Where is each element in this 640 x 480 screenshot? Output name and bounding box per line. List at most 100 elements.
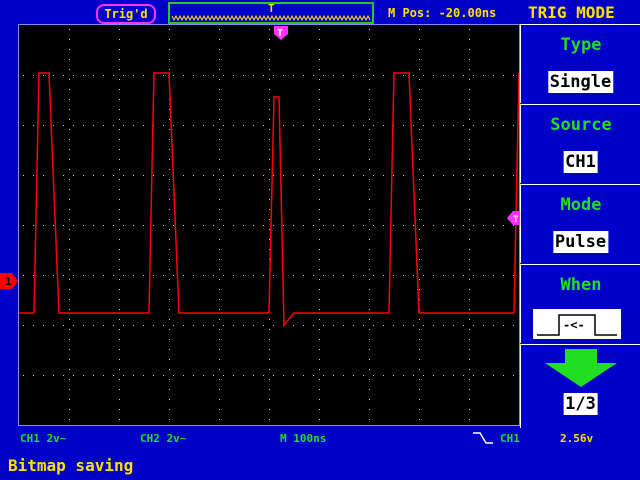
grid-dot <box>393 325 394 326</box>
grid-dot <box>373 175 374 176</box>
grid-dot <box>219 259 220 260</box>
grid-dot <box>483 225 484 226</box>
grid-dot <box>219 69 220 70</box>
grid-dot <box>469 79 470 80</box>
grid-dot <box>63 375 64 376</box>
grid-dot <box>119 39 120 40</box>
grid-dot <box>119 419 120 420</box>
timebase: M 100ns <box>280 432 327 445</box>
grid-dot <box>103 175 104 176</box>
grid-dot <box>369 319 370 320</box>
grid-dot <box>69 139 70 140</box>
grid-dot <box>213 175 214 176</box>
grid-dot <box>69 89 70 90</box>
menu-item-source[interactable]: Source CH1 <box>520 104 640 183</box>
grid-dot <box>219 359 220 360</box>
grid-dot <box>369 309 370 310</box>
grid-dot <box>169 29 170 30</box>
grid-dot <box>369 59 370 60</box>
grid-dot <box>369 129 370 130</box>
grid-dot <box>433 375 434 376</box>
grid-dot <box>319 329 320 330</box>
grid-dot <box>419 149 420 150</box>
grid-dot <box>169 39 170 40</box>
grid-dot <box>169 409 170 410</box>
grid-dot <box>313 375 314 376</box>
grid-dot <box>469 199 470 200</box>
grid-dot <box>69 79 70 80</box>
grid-dot <box>419 89 420 90</box>
grid-dot <box>443 275 444 276</box>
grid-dot <box>133 375 134 376</box>
trigger-status-badge: Trig'd <box>96 4 156 24</box>
grid-dot <box>353 175 354 176</box>
grid-dot <box>33 125 34 126</box>
grid-dot <box>233 175 234 176</box>
grid-dot <box>133 175 134 176</box>
grid-dot <box>223 125 224 126</box>
grid-dot <box>33 325 34 326</box>
grid-dot <box>369 249 370 250</box>
grid-dot <box>219 199 220 200</box>
grid-dot <box>163 125 164 126</box>
grid-dot <box>343 125 344 126</box>
grid-dot <box>383 175 384 176</box>
grid-dot <box>463 75 464 76</box>
grid-dot <box>93 375 94 376</box>
grid-dot <box>269 59 270 60</box>
grid-dot <box>113 125 114 126</box>
grid-dot <box>473 325 474 326</box>
grid-dot <box>269 179 270 180</box>
menu-item-mode[interactable]: Mode Pulse <box>520 184 640 263</box>
grid-dot <box>369 289 370 290</box>
down-arrow-icon <box>545 349 617 387</box>
grid-dot <box>469 319 470 320</box>
grid-dot <box>419 49 420 50</box>
menu-value: CH1 <box>563 151 598 173</box>
grid-dot <box>269 369 270 370</box>
grid-dot <box>469 269 470 270</box>
grid-dot <box>253 375 254 376</box>
grid-dot <box>319 169 320 170</box>
grid-dot <box>453 225 454 226</box>
grid-dot <box>33 375 34 376</box>
grid-dot <box>373 75 374 76</box>
grid-dot <box>219 79 220 80</box>
grid-dot <box>363 175 364 176</box>
grid-dot <box>319 49 320 50</box>
grid-dot <box>219 399 220 400</box>
grid-dot <box>463 175 464 176</box>
grid-dot <box>419 139 420 140</box>
falling-edge-icon <box>473 432 493 444</box>
grid-dot <box>269 389 270 390</box>
menu-item-when[interactable]: When -<- <box>520 264 640 343</box>
grid-dot <box>53 75 54 76</box>
grid-dot <box>269 159 270 160</box>
grid-dot <box>269 69 270 70</box>
grid-dot <box>513 375 514 376</box>
grid-dot <box>369 169 370 170</box>
grid-dot <box>219 289 220 290</box>
grid-dot <box>319 39 320 40</box>
grid-dot <box>433 225 434 226</box>
grid-dot <box>469 99 470 100</box>
grid-dot <box>219 349 220 350</box>
menu-item-type[interactable]: Type Single <box>520 24 640 103</box>
grid-dot <box>273 275 274 276</box>
grid-dot <box>369 139 370 140</box>
grid-dot <box>319 229 320 230</box>
grid-dot <box>283 75 284 76</box>
grid-dot <box>219 109 220 110</box>
grid-dot <box>333 125 334 126</box>
grid-dot <box>123 375 124 376</box>
grid-dot <box>219 209 220 210</box>
grid-dot <box>69 29 70 30</box>
grid-dot <box>269 199 270 200</box>
grid-dot <box>163 325 164 326</box>
grid-dot <box>319 359 320 360</box>
grid-dot <box>69 179 70 180</box>
grid-dot <box>119 199 120 200</box>
grid-dot <box>69 279 70 280</box>
grid-dot <box>119 169 120 170</box>
menu-item-next-page[interactable]: 1/3 <box>520 344 640 428</box>
